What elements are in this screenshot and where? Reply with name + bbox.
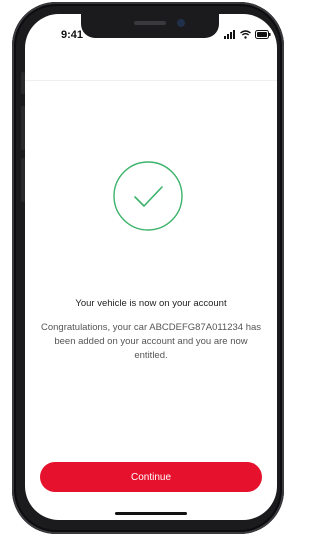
battery-icon: [255, 26, 271, 44]
status-time: 9:41: [61, 29, 84, 41]
header-divider: [25, 80, 277, 81]
home-indicator[interactable]: [115, 512, 187, 515]
speaker-grille: [134, 21, 166, 25]
cellular-signal-icon: [224, 26, 236, 44]
check-circle-icon: [112, 160, 184, 232]
wifi-icon: [240, 26, 251, 44]
app-screen: 9:41 Your vehicle is now on your account…: [25, 14, 277, 520]
status-icons: [224, 30, 271, 40]
front-camera: [177, 19, 185, 27]
status-bar: 9:41: [25, 14, 277, 48]
success-title: Your vehicle is now on your account: [75, 298, 227, 309]
notch: [81, 14, 219, 38]
success-message: Congratulations, your car ABCDEFG87A0112…: [40, 322, 262, 361]
continue-button[interactable]: Continue: [40, 462, 262, 492]
